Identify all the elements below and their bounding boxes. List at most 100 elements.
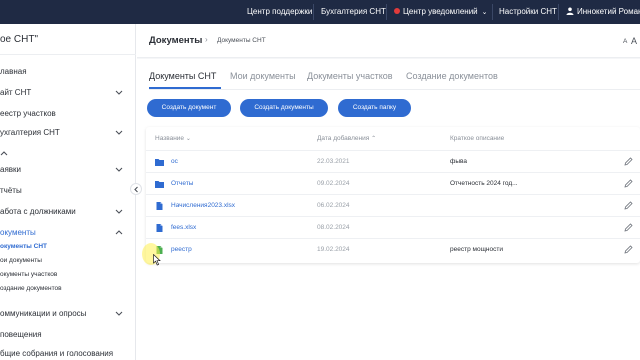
create-documents-button[interactable]: Создать документы	[240, 99, 328, 117]
row-date: 06.02.2024	[317, 202, 350, 209]
edit-icon[interactable]	[624, 201, 633, 210]
breadcrumb-current: Документы СНТ	[217, 37, 266, 44]
row-name[interactable]: Отчеты	[171, 180, 193, 187]
edit-icon[interactable]	[624, 157, 633, 166]
sidebar-item-debtors[interactable]: абота с должниками	[0, 204, 136, 220]
chevron-up-icon[interactable]	[0, 149, 10, 157]
font-size-large-button[interactable]: A	[631, 36, 637, 46]
tab-plot-documents[interactable]: Документы участков	[307, 71, 393, 81]
row-name[interactable]: реестр	[171, 246, 192, 253]
table-row[interactable]: Отчеты 09.02.2024 Отчетность 2024 год...	[146, 172, 640, 194]
divider	[558, 4, 559, 20]
file-icon	[156, 224, 163, 232]
chevron-right-icon: ›	[205, 35, 208, 44]
brand-name: ое СНТ"	[0, 34, 39, 45]
table-row[interactable]: Начисления2023.xlsx 06.02.2024	[146, 194, 640, 216]
column-header-description: Краткое описание	[450, 135, 505, 142]
row-description: Отчетность 2024 год...	[450, 180, 518, 187]
table-row[interactable]: реестр 19.02.2024 реестр мощности	[146, 238, 640, 260]
row-description: фыва	[450, 158, 468, 165]
sidebar-subitem-create-documents[interactable]: оздание документов	[0, 284, 62, 294]
column-header-name[interactable]: Название ⌄	[155, 135, 191, 142]
sidebar-item-label: лавная	[0, 67, 27, 76]
row-date: 08.02.2024	[317, 224, 350, 231]
sidebar-subitem-my-documents[interactable]: ои документы	[0, 256, 42, 266]
edit-icon[interactable]	[624, 179, 633, 188]
folder-icon	[155, 181, 164, 188]
sidebar-item-registry[interactable]: еестр участков	[0, 106, 136, 122]
chevron-down-icon: ⌄	[481, 9, 488, 16]
row-name[interactable]: fees.xlsx	[171, 224, 196, 231]
create-folder-button[interactable]: Создать папку	[338, 99, 411, 117]
sidebar-item-label: тчёты	[0, 186, 22, 195]
sidebar-item-label: айт СНТ	[0, 88, 32, 97]
sidebar-item-label: ухгалтерия СНТ	[0, 128, 60, 137]
collapse-sidebar-button[interactable]	[130, 183, 142, 195]
tab-create-documents[interactable]: Создание документов	[406, 71, 498, 81]
edit-icon[interactable]	[624, 223, 633, 232]
sidebar: ое СНТ" лавная айт СНТ еестр участков ух…	[0, 24, 136, 360]
user-menu[interactable]: Иннокетий Романо	[566, 0, 640, 24]
notification-badge	[394, 7, 400, 14]
chevron-down-icon	[115, 130, 123, 135]
row-name[interactable]: Начисления2023.xlsx	[171, 202, 235, 209]
sidebar-item-label: оммуникации и опросы	[0, 309, 87, 318]
create-document-button[interactable]: Создать документ	[147, 99, 231, 117]
sidebar-item-label: аявки	[0, 165, 21, 174]
notifications-menu[interactable]: Центр уведомлений ⌄	[394, 0, 488, 24]
sidebar-item-meetings[interactable]: бщие собрания и голосования	[0, 346, 136, 360]
table-row[interactable]: ос 22.03.2021 фыва	[146, 150, 640, 172]
chevron-down-icon	[115, 167, 123, 172]
sidebar-item-label: окументы	[0, 228, 36, 237]
sidebar-item-label: бщие собрания и голосования	[0, 349, 114, 358]
file-icon	[156, 202, 163, 210]
notifications-label: Центр уведомлений	[403, 7, 478, 16]
sidebar-item-main[interactable]: лавная	[0, 64, 136, 80]
sidebar-item-site[interactable]: айт СНТ	[0, 85, 136, 101]
divider	[149, 89, 640, 90]
chevron-left-icon	[134, 186, 138, 193]
user-icon	[566, 7, 574, 15]
sidebar-item-reports[interactable]: тчёты	[0, 183, 136, 199]
sidebar-item-label: еестр участков	[0, 109, 56, 118]
breadcrumb-root[interactable]: Документы	[149, 35, 202, 46]
accounting-link[interactable]: Бухгалтерия СНТ	[321, 0, 386, 24]
sidebar-item-communications[interactable]: оммуникации и опросы	[0, 306, 136, 322]
main-content: Документы › Документы СНТ A A Документы …	[137, 24, 640, 360]
column-header-label: Дата добавления	[317, 135, 370, 142]
sidebar-item-requests[interactable]: аявки	[0, 162, 136, 178]
sidebar-item-label: повещения	[0, 330, 42, 339]
breadcrumb: Документы › Документы СНТ A A	[137, 24, 640, 58]
row-date: 09.02.2024	[317, 180, 350, 187]
divider	[386, 4, 387, 20]
tab-snt-documents[interactable]: Документы СНТ	[149, 71, 216, 81]
row-description: реестр мощности	[450, 246, 503, 253]
edit-icon[interactable]	[624, 245, 633, 254]
sort-up-icon: ⌃	[371, 136, 377, 142]
chevron-down-icon	[115, 311, 123, 316]
font-size-small-button[interactable]: A	[623, 38, 627, 45]
sidebar-item-documents[interactable]: окументы	[0, 225, 136, 241]
sidebar-item-alerts[interactable]: повещения	[0, 327, 136, 343]
row-date: 19.02.2024	[317, 246, 350, 253]
sidebar-subitem-snt-documents[interactable]: окументы СНТ	[0, 242, 47, 252]
divider	[0, 54, 136, 55]
documents-panel: Документы СНТ Мои документы Документы уч…	[137, 59, 640, 360]
chevron-down-icon	[115, 90, 123, 95]
documents-table: Название ⌄ Дата добавления ⌃ Краткое опи…	[146, 127, 640, 263]
settings-link[interactable]: Настройки СНТ	[499, 0, 557, 24]
support-link[interactable]: Центр поддержки	[247, 0, 312, 24]
top-bar: Центр поддержки Бухгалтерия СНТ Центр ув…	[0, 0, 640, 24]
divider	[492, 4, 493, 20]
user-name: Иннокетий Романо	[577, 7, 640, 16]
table-row[interactable]: fees.xlsx 08.02.2024	[146, 216, 640, 238]
tab-my-documents[interactable]: Мои документы	[230, 71, 296, 81]
folder-icon	[155, 159, 164, 166]
column-header-date[interactable]: Дата добавления ⌃	[317, 135, 376, 142]
chevron-up-icon	[115, 230, 123, 235]
chevron-down-icon	[115, 209, 123, 214]
mouse-cursor-icon	[153, 254, 161, 266]
sidebar-subitem-plot-documents[interactable]: окументы участков	[0, 270, 57, 280]
row-name[interactable]: ос	[171, 158, 178, 165]
sidebar-item-accounting[interactable]: ухгалтерия СНТ	[0, 125, 136, 141]
